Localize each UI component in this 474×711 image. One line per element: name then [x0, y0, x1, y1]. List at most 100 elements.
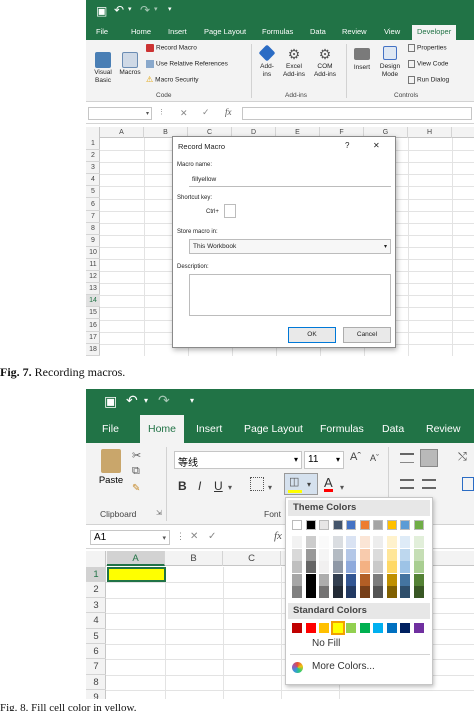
theme-color-swatch[interactable]	[292, 520, 302, 530]
ok-button[interactable]: OK	[288, 327, 336, 343]
column-header[interactable]: B	[165, 551, 223, 566]
theme-color-shade[interactable]	[373, 573, 383, 586]
close-icon[interactable]: ✕	[373, 141, 380, 150]
font-size-select[interactable]: 11 ▾	[304, 451, 344, 469]
row-header[interactable]: 15	[86, 307, 100, 320]
theme-color-swatch[interactable]	[413, 520, 424, 530]
row-header[interactable]: 8	[86, 675, 106, 691]
more-colors-option[interactable]: More Colors...	[312, 661, 375, 672]
theme-color-shade[interactable]	[332, 573, 343, 586]
undo-icon[interactable]: ↶	[126, 392, 138, 409]
paste-button[interactable]: Paste	[96, 449, 126, 486]
macro-security-button[interactable]: ⚠ Macro Security	[146, 76, 199, 85]
tab-home[interactable]: Home	[140, 415, 185, 443]
theme-color-shade[interactable]	[413, 536, 424, 548]
cancel-icon[interactable]: ✕	[190, 531, 198, 542]
theme-color-swatch[interactable]	[332, 520, 343, 530]
row-header[interactable]: 7	[86, 659, 106, 675]
column-header[interactable]: H	[408, 127, 452, 138]
theme-color-shade[interactable]	[305, 586, 316, 598]
standard-color-swatch[interactable]	[319, 623, 329, 633]
tab-home[interactable]: Home	[131, 25, 151, 38]
theme-color-shade[interactable]	[332, 561, 343, 573]
store-macro-select[interactable]: This Workbook ▾	[189, 239, 391, 254]
fill-color-button[interactable]: ◫ ▾	[284, 473, 318, 495]
row-header[interactable]: 8	[86, 223, 100, 235]
theme-color-shade[interactable]	[332, 548, 343, 561]
theme-color-shade[interactable]	[373, 548, 383, 561]
theme-color-shade[interactable]	[386, 561, 397, 573]
insert-control-button[interactable]: Insert	[350, 44, 374, 72]
undo-icon[interactable]: ↶	[114, 3, 124, 17]
tab-formulas[interactable]: Formulas	[320, 415, 364, 443]
tab-data[interactable]: Data	[382, 415, 404, 443]
tab-file[interactable]: File	[96, 25, 108, 38]
theme-color-shade[interactable]	[292, 561, 302, 573]
theme-color-shade[interactable]	[413, 573, 424, 586]
font-color-icon[interactable]: A	[324, 476, 333, 492]
standard-color-swatch[interactable]	[359, 623, 370, 633]
cancel-icon[interactable]: ✕	[180, 108, 188, 119]
theme-color-shade[interactable]	[332, 586, 343, 598]
tab-review[interactable]: Review	[426, 415, 460, 443]
row-header[interactable]: 4	[86, 174, 100, 187]
theme-color-shade[interactable]	[359, 536, 370, 548]
theme-color-swatch[interactable]	[373, 520, 383, 530]
help-button[interactable]: ?	[345, 141, 349, 150]
row-header[interactable]: 17	[86, 332, 100, 344]
tab-insert[interactable]: Insert	[168, 25, 187, 38]
underline-button[interactable]: U	[214, 479, 223, 493]
tab-formulas[interactable]: Formulas	[262, 25, 293, 38]
theme-color-shade[interactable]	[292, 586, 302, 598]
name-box[interactable]: A1 ▾	[90, 530, 170, 545]
theme-color-shade[interactable]	[359, 573, 370, 586]
theme-color-shade[interactable]	[386, 536, 397, 548]
addins-button[interactable]: Add-ins	[256, 44, 278, 79]
row-header[interactable]: 16	[86, 320, 100, 332]
tab-insert[interactable]: Insert	[196, 415, 222, 443]
theme-color-swatch[interactable]	[400, 520, 410, 530]
redo-icon[interactable]: ↷	[140, 3, 150, 17]
row-header[interactable]: 14	[86, 295, 100, 308]
customize-qat-icon[interactable]: ▾	[168, 5, 172, 13]
copy-icon[interactable]: ⧉	[132, 465, 140, 478]
theme-color-swatch[interactable]	[386, 520, 397, 530]
standard-color-swatch[interactable]	[373, 623, 383, 633]
theme-color-shade[interactable]	[400, 536, 410, 548]
tab-view[interactable]: View	[384, 25, 400, 38]
theme-color-shade[interactable]	[346, 536, 356, 548]
row-header[interactable]: 9	[86, 235, 100, 247]
theme-color-shade[interactable]	[292, 573, 302, 586]
theme-color-shade[interactable]	[400, 573, 410, 586]
row-header[interactable]: 10	[86, 247, 100, 259]
cancel-button[interactable]: Cancel	[343, 327, 391, 343]
use-relative-references-button[interactable]: Use Relative References	[146, 60, 228, 69]
theme-color-shade[interactable]	[413, 586, 424, 598]
row-header[interactable]: 5	[86, 186, 100, 199]
undo-dropdown-icon[interactable]: ▾	[144, 396, 148, 405]
save-icon[interactable]: ▣	[96, 4, 107, 18]
align-top-icon[interactable]	[400, 453, 414, 463]
enter-icon[interactable]: ✓	[202, 107, 210, 118]
decrease-font-icon[interactable]: Aˇ	[370, 453, 379, 463]
row-header[interactable]: 6	[86, 199, 100, 211]
theme-color-shade[interactable]	[292, 548, 302, 561]
no-fill-option[interactable]: No Fill	[312, 638, 340, 649]
standard-color-swatch[interactable]	[413, 623, 424, 633]
row-header[interactable]: 3	[86, 162, 100, 175]
standard-color-swatch[interactable]	[305, 623, 316, 633]
standard-color-swatch[interactable]	[330, 621, 345, 635]
row-header[interactable]: 2	[86, 582, 106, 598]
theme-color-shade[interactable]	[319, 548, 329, 561]
theme-color-shade[interactable]	[359, 561, 370, 573]
column-header[interactable]: A	[107, 551, 165, 566]
format-painter-icon[interactable]: ✎	[132, 483, 140, 494]
theme-color-shade[interactable]	[386, 573, 397, 586]
increase-font-icon[interactable]: Aˆ	[350, 451, 361, 463]
insert-function-icon[interactable]: fx	[225, 107, 232, 117]
theme-color-shade[interactable]	[400, 586, 410, 598]
theme-color-swatch[interactable]	[346, 520, 356, 530]
theme-color-shade[interactable]	[359, 586, 370, 598]
row-header[interactable]: 3	[86, 598, 106, 614]
view-code-button[interactable]: View Code	[408, 60, 448, 69]
